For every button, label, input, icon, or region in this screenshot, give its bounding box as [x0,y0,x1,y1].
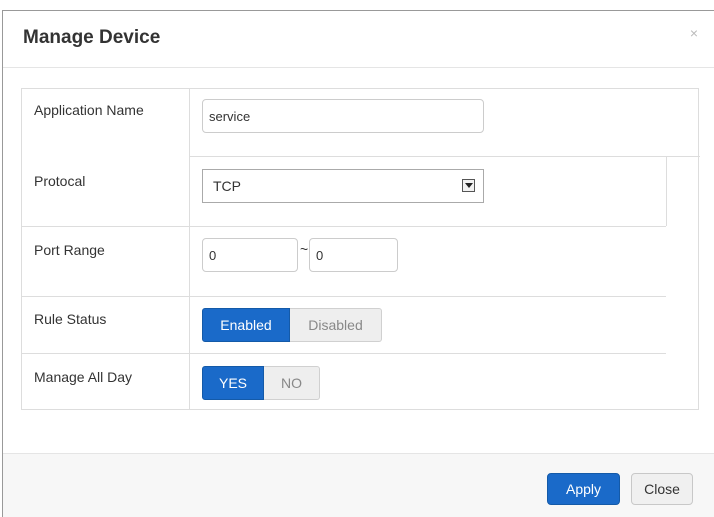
rule-status-enabled-button[interactable]: Enabled [202,308,290,342]
rule-status-toggle: Enabled Disabled [202,308,382,342]
manage-all-day-yes-button[interactable]: YES [202,366,264,400]
rule-status-label: Rule Status [34,311,107,327]
dialog-header: Manage Device × [3,11,714,68]
chevron-down-icon[interactable] [462,179,475,192]
port-range-from-input[interactable] [202,238,298,272]
row-divider [22,226,190,227]
dialog-title: Manage Device [23,27,161,48]
row-divider [190,226,666,227]
port-range-label: Port Range [34,242,105,258]
row-divider [190,156,700,157]
close-icon[interactable]: × [690,25,698,41]
protocol-select[interactable]: TCP [202,169,484,203]
dialog-footer: Apply Close [3,453,714,517]
apply-button[interactable]: Apply [547,473,620,505]
screen: Manage Device × Application Name Protoca… [0,0,714,517]
row-divider [22,296,190,297]
background-page-strip [0,0,714,10]
manage-all-day-toggle: YES NO [202,366,320,400]
row-divider [190,353,666,354]
protocol-selected-value: TCP [213,178,241,194]
port-range-to-input[interactable] [309,238,398,272]
row-divider [666,156,667,226]
manage-all-day-no-button[interactable]: NO [264,366,320,400]
manage-all-day-label: Manage All Day [34,369,133,385]
rule-status-disabled-button[interactable]: Disabled [290,308,382,342]
application-name-input[interactable] [202,99,484,133]
device-form: Application Name Protocal TCP Port Range… [21,88,700,410]
protocol-label: Protocal [34,173,86,189]
application-name-label: Application Name [34,102,144,118]
port-range-separator: ~ [300,241,309,257]
close-button[interactable]: Close [631,473,693,505]
row-divider [190,296,666,297]
manage-device-dialog: Manage Device × Application Name Protoca… [2,10,714,517]
row-divider [22,353,190,354]
